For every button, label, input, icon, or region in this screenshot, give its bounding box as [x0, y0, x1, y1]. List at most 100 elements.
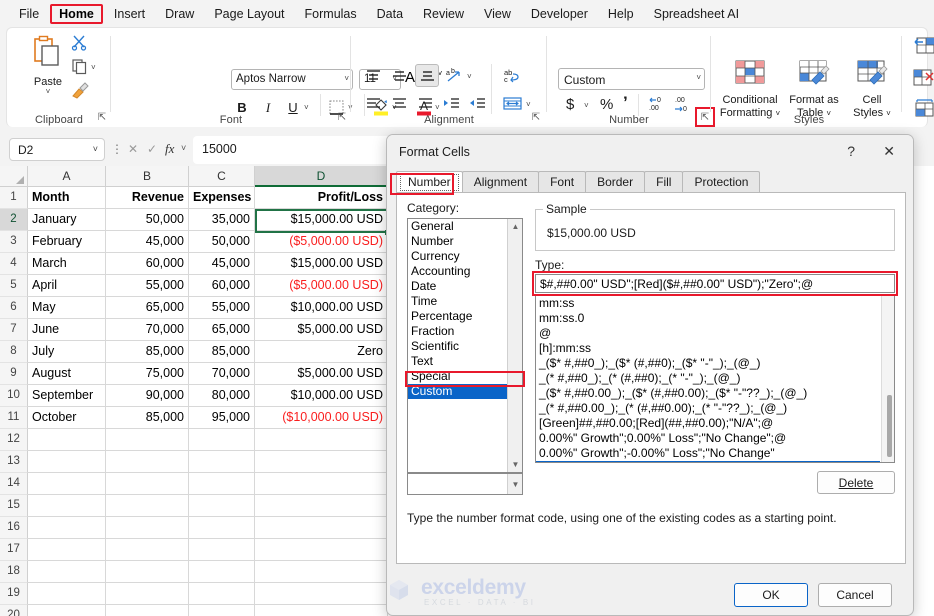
number-format-select[interactable]: Custom ˅ — [558, 68, 705, 90]
ribbon-tab-draw[interactable]: Draw — [156, 4, 203, 24]
cell-A8[interactable]: July — [28, 341, 106, 363]
scroll-down-icon[interactable]: ▼ — [508, 477, 522, 492]
merge-chevron-icon[interactable]: ˅ — [526, 100, 531, 109]
cell-A16[interactable] — [28, 517, 106, 539]
category-item-currency[interactable]: Currency — [408, 249, 507, 264]
cell-B20[interactable] — [106, 605, 189, 616]
cell-D19[interactable] — [255, 583, 388, 605]
category-item-date[interactable]: Date — [408, 279, 507, 294]
cell-A4[interactable]: March — [28, 253, 106, 275]
chevron-down-icon[interactable]: ˅ — [181, 143, 186, 153]
cell-D17[interactable] — [255, 539, 388, 561]
font-name-input[interactable]: Aptos Narrow ˅ — [231, 69, 353, 90]
name-box[interactable]: D2 ˅ — [9, 138, 105, 161]
column-header-D[interactable]: D — [255, 166, 388, 187]
cell-A5[interactable]: April — [28, 275, 106, 297]
cell-B5[interactable]: 55,000 — [106, 275, 189, 297]
type-item[interactable]: _($* #,##0.00_);_($* (#,##0.00);_($* "-"… — [536, 386, 880, 401]
cell-C6[interactable]: 55,000 — [189, 297, 255, 319]
type-item[interactable]: _(* #,##0_);_(* (#,##0);_(* "-"_);_(@_) — [536, 371, 880, 386]
ribbon-tab-home[interactable]: Home — [50, 3, 103, 24]
cell-B15[interactable] — [106, 495, 189, 517]
cell-C11[interactable]: 95,000 — [189, 407, 255, 429]
cell-D4[interactable]: $15,000.00 USD — [255, 253, 388, 275]
paste-button[interactable]: Paste ˅ — [21, 34, 75, 96]
ribbon-tab-review[interactable]: Review — [414, 4, 473, 24]
copy-chevron-icon[interactable]: ˅ — [91, 63, 96, 72]
row-header-11[interactable]: 11 — [0, 407, 28, 429]
cell-D16[interactable] — [255, 517, 388, 539]
cell-B12[interactable] — [106, 429, 189, 451]
column-header-B[interactable]: B — [106, 166, 189, 187]
type-item[interactable]: 0.00%" Growth";0.00%" Loss";"No Change";… — [536, 431, 880, 446]
ribbon-tab-help[interactable]: Help — [599, 4, 643, 24]
cell-C5[interactable]: 60,000 — [189, 275, 255, 297]
cell-A7[interactable]: June — [28, 319, 106, 341]
align-bottom-button[interactable] — [415, 64, 439, 87]
cell-C12[interactable] — [189, 429, 255, 451]
cell-D9[interactable]: $5,000.00 USD — [255, 363, 388, 385]
row-header-14[interactable]: 14 — [0, 473, 28, 495]
cell-B8[interactable]: 85,000 — [106, 341, 189, 363]
dialog-tab-font[interactable]: Font — [538, 171, 587, 193]
cell-B18[interactable] — [106, 561, 189, 583]
cell-C13[interactable] — [189, 451, 255, 473]
underline-chevron-icon[interactable]: ˅ — [304, 103, 309, 112]
format-painter-button[interactable] — [71, 82, 97, 104]
row-header-7[interactable]: 7 — [0, 319, 28, 341]
type-item[interactable]: @ — [536, 326, 880, 341]
cell-A11[interactable]: October — [28, 407, 106, 429]
row-header-1[interactable]: 1 — [0, 187, 28, 209]
cell-D1[interactable]: Profit/Loss — [255, 187, 388, 209]
cell-C16[interactable] — [189, 517, 255, 539]
scroll-up-icon[interactable]: ▲ — [508, 219, 522, 234]
clipboard-dialog-launcher[interactable]: ⇱ — [95, 111, 109, 125]
row-header-15[interactable]: 15 — [0, 495, 28, 517]
column-header-A[interactable]: A — [28, 166, 106, 187]
cell-B4[interactable]: 60,000 — [106, 253, 189, 275]
format-as-table-button[interactable]: Format as Table ˅ — [783, 60, 845, 120]
ribbon-tab-page-layout[interactable]: Page Layout — [205, 4, 293, 24]
row-header-8[interactable]: 8 — [0, 341, 28, 363]
category-item-general[interactable]: General — [408, 219, 507, 234]
cell-A10[interactable]: September — [28, 385, 106, 407]
cell-B14[interactable] — [106, 473, 189, 495]
cell-B9[interactable]: 75,000 — [106, 363, 189, 385]
dialog-tab-protection[interactable]: Protection — [682, 171, 761, 193]
alignment-dialog-launcher[interactable]: ⇱ — [529, 111, 543, 125]
cell-A20[interactable] — [28, 605, 106, 616]
format-cells-button[interactable] — [913, 98, 934, 123]
cell-D15[interactable] — [255, 495, 388, 517]
cell-C7[interactable]: 65,000 — [189, 319, 255, 341]
cell-A17[interactable] — [28, 539, 106, 561]
type-item[interactable]: 0.00%" Growth";-0.00%" Loss";"No Change" — [536, 446, 880, 461]
delete-button[interactable]: Delete — [817, 471, 895, 494]
wrap-text-button[interactable]: ab c — [503, 68, 521, 90]
cell-D6[interactable]: $10,000.00 USD — [255, 297, 388, 319]
ribbon-tab-spreadsheet-ai[interactable]: Spreadsheet AI — [645, 4, 748, 24]
category-scrollbar-bottom[interactable]: ▼ — [507, 474, 522, 494]
row-header-5[interactable]: 5 — [0, 275, 28, 297]
category-scrollbar[interactable]: ▲ ▼ — [507, 219, 522, 472]
confirm-entry-icon[interactable]: ✓ — [147, 142, 157, 156]
type-item[interactable]: _($* #,##0_);_($* (#,##0);_($* "-"_);_(@… — [536, 356, 880, 371]
cell-C20[interactable] — [189, 605, 255, 616]
cell-D14[interactable] — [255, 473, 388, 495]
cell-D11[interactable]: ($10,000.00 USD) — [255, 407, 388, 429]
cell-C19[interactable] — [189, 583, 255, 605]
font-dialog-launcher[interactable]: ⇱ — [335, 111, 349, 125]
cell-D7[interactable]: $5,000.00 USD — [255, 319, 388, 341]
close-icon[interactable]: ✕ — [883, 143, 895, 160]
type-listbox[interactable]: mm:ss mm:ss.0 @ [h]:mm:ss _($* #,##0_);_($* … — [535, 294, 895, 463]
chevron-down-icon[interactable]: ˅ — [696, 73, 701, 82]
cell-B10[interactable]: 90,000 — [106, 385, 189, 407]
cell-B7[interactable]: 70,000 — [106, 319, 189, 341]
bold-button[interactable]: B — [235, 100, 249, 115]
type-item[interactable]: _(* #,##0.00_);_(* (#,##0.00);_(* "-"??_… — [536, 401, 880, 416]
cell-A12[interactable] — [28, 429, 106, 451]
cell-D8[interactable]: Zero — [255, 341, 388, 363]
cell-D3[interactable]: ($5,000.00 USD) — [255, 231, 388, 253]
cancel-entry-icon[interactable]: ✕ — [128, 142, 138, 156]
ok-button[interactable]: OK — [734, 583, 808, 607]
cell-B16[interactable] — [106, 517, 189, 539]
